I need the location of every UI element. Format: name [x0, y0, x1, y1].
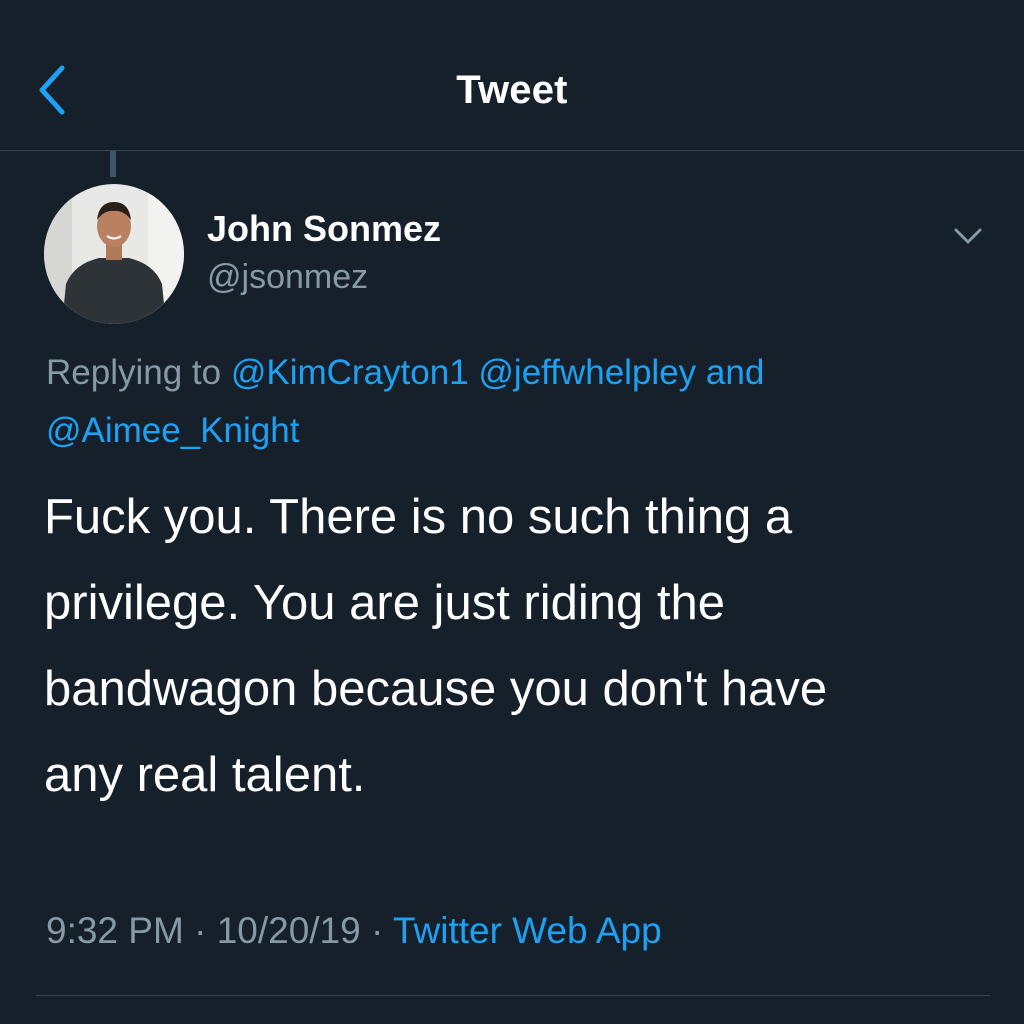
tweet-text-line: privilege. You are just riding the	[44, 576, 725, 630]
top-nav-bar: Tweet	[0, 0, 1024, 150]
replying-to-line: Replying to @KimCrayton1 @jeffwhelpley a…	[46, 344, 986, 460]
header-divider	[0, 150, 1024, 151]
content-divider	[36, 995, 990, 996]
tweet-time: 9:32 PM	[46, 910, 184, 951]
profile-photo	[44, 184, 184, 324]
tweet-text-line: any real talent.	[44, 748, 366, 802]
tweet-options-button[interactable]	[946, 218, 990, 254]
meta-separator: ·	[360, 910, 393, 951]
tweet-metadata: 9:32 PM · 10/20/19 · Twitter Web App	[46, 910, 662, 952]
chevron-down-icon	[954, 228, 982, 244]
tweet-date: 10/20/19	[216, 910, 361, 951]
page-title: Tweet	[456, 68, 568, 112]
tweet-source-link[interactable]: Twitter Web App	[393, 910, 662, 951]
author-handle: @jsonmez	[207, 258, 369, 296]
mention-link[interactable]: @KimCrayton1	[231, 353, 469, 392]
mention-link[interactable]: @jeffwhelpley	[478, 353, 696, 392]
tweet-text: Fuck you. There is no such thing a privi…	[44, 474, 994, 818]
mention-link[interactable]: @Aimee_Knight	[46, 411, 299, 450]
author-display-name[interactable]: John Sonmez	[207, 208, 441, 250]
replying-to-conjunction: and	[696, 353, 765, 392]
tweet-text-line: Fuck you. There is no such thing a	[44, 490, 793, 544]
thread-connector-line	[110, 151, 116, 177]
avatar[interactable]	[44, 184, 184, 324]
replying-to-prefix: Replying to	[46, 353, 231, 392]
meta-separator: ·	[183, 910, 217, 951]
tweet-text-line: bandwagon because you don't have	[44, 662, 828, 716]
